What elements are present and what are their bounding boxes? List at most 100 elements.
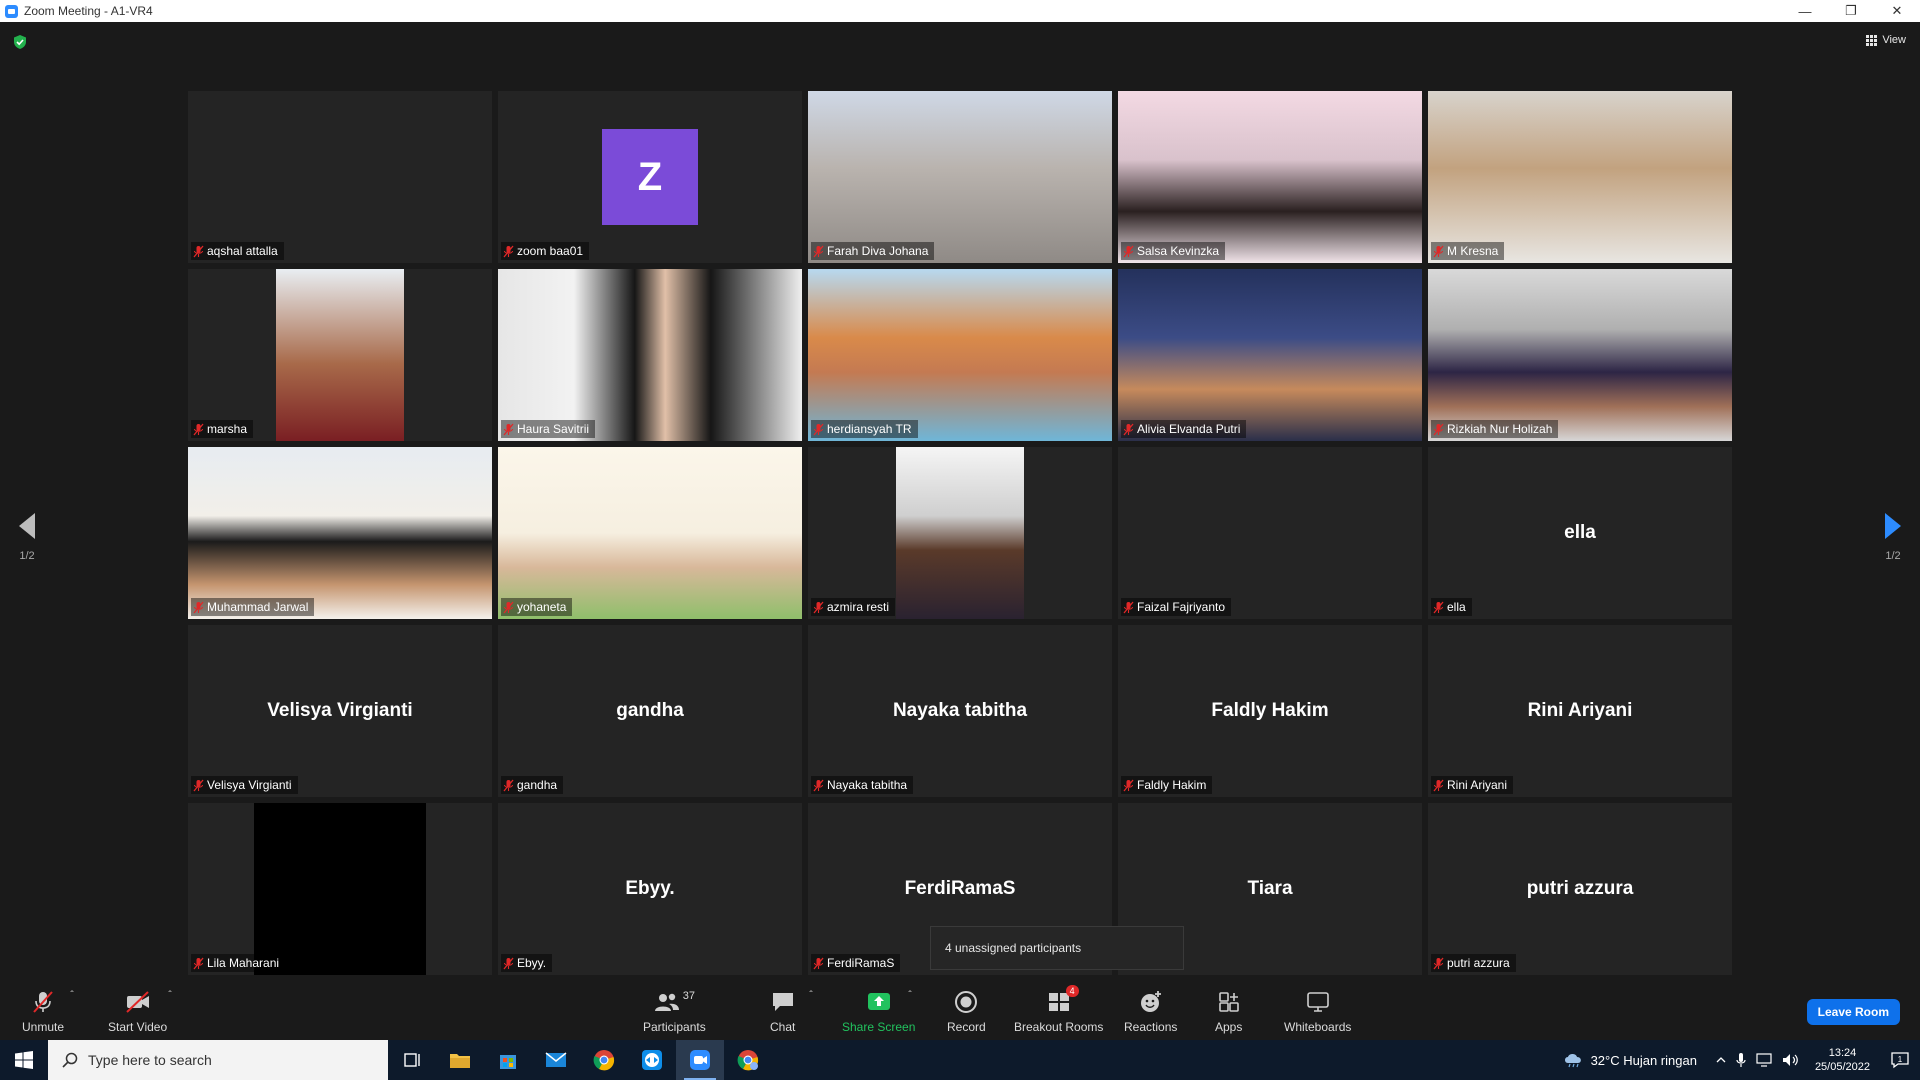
participant-tile[interactable]: Rizkiah Nur Holizah [1428,269,1732,441]
mic-muted-icon [1433,245,1444,257]
participant-tile[interactable]: ella ella [1428,447,1732,619]
participant-tile[interactable]: M Kresna [1428,91,1732,263]
taskbar-teamviewer[interactable] [628,1040,676,1080]
participant-tile[interactable]: aqshal attalla [188,91,492,263]
leave-room-button[interactable]: Leave Room [1806,999,1900,1025]
apps-button[interactable]: Apps [1215,990,1242,1034]
taskbar-mail[interactable] [532,1040,580,1080]
network-icon[interactable] [1756,1053,1772,1067]
tray-microphone-icon[interactable] [1736,1052,1746,1068]
page-indicator-right: 1/2 [1885,550,1901,562]
mic-muted-icon [1123,601,1134,613]
taskbar-chrome-profile[interactable] [724,1040,772,1080]
participant-name: Nayaka tabitha [827,778,908,792]
restore-button[interactable]: ❐ [1828,0,1874,22]
participant-tile[interactable]: herdiansyah TR [808,269,1112,441]
mic-muted-icon [193,423,204,435]
volume-icon[interactable] [1782,1053,1800,1067]
start-button[interactable] [0,1040,48,1080]
participant-tile[interactable]: Faizal Fajriyanto [1118,447,1422,619]
apps-icon [1218,992,1239,1012]
participant-tile[interactable]: marsha [188,269,492,441]
participants-icon [654,993,679,1011]
participant-tile[interactable]: yohaneta [498,447,802,619]
start-video-button[interactable]: Start Video [108,990,167,1034]
participant-name: Muhammad Jarwal [207,600,309,614]
windows-logo-icon [15,1051,33,1069]
encryption-shield-icon[interactable] [12,34,28,50]
whiteboards-button[interactable]: Whiteboards [1284,990,1351,1034]
mic-muted-icon [503,779,514,791]
reactions-button[interactable]: Reactions [1124,990,1177,1034]
participant-tile[interactable]: Faldly Hakim Faldly Hakim [1118,625,1422,797]
mic-muted-icon [1433,601,1444,613]
minimize-button[interactable]: — [1782,0,1828,22]
participant-tile[interactable]: Haura Savitrii [498,269,802,441]
breakout-rooms-button[interactable]: 4 Breakout Rooms [1014,985,1103,1034]
taskbar-store[interactable] [484,1040,532,1080]
zoom-icon [690,1050,710,1070]
participant-tile[interactable]: Ebyy. Ebyy. [498,803,802,975]
mic-muted-icon [1433,779,1444,791]
participant-name-label: aqshal attalla [191,242,284,260]
participant-tile[interactable]: Zzoom baa01 [498,91,802,263]
participant-video [254,803,426,975]
participant-video [808,269,1112,441]
participant-name-label: marsha [191,420,254,438]
share-screen-button[interactable]: Share Screen [842,990,915,1034]
mic-muted-icon [1433,423,1444,435]
mic-muted-icon [1123,423,1134,435]
chat-button[interactable]: Chat [770,990,795,1034]
participant-name: Farah Diva Johana [827,244,929,258]
record-button[interactable]: Record [947,990,986,1034]
close-button[interactable]: ✕ [1874,0,1920,22]
participant-tile[interactable]: Velisya Virgianti Velisya Virgianti [188,625,492,797]
participant-name: marsha [207,422,248,436]
taskbar-clock[interactable]: 13:24 25/05/2022 [1815,1046,1870,1074]
taskbar-chrome[interactable] [580,1040,628,1080]
participant-tile[interactable]: Muhammad Jarwal [188,447,492,619]
participant-tile[interactable]: azmira resti [808,447,1112,619]
participant-name: Faizal Fajriyanto [1137,600,1226,614]
participant-tile[interactable]: Rini Ariyani Rini Ariyani [1428,625,1732,797]
participant-video [1118,91,1422,263]
participant-name-label: Nayaka tabitha [811,776,914,794]
participant-name: Lila Maharani [207,956,280,970]
show-hidden-icons-chevron-icon[interactable] [1716,1056,1726,1064]
participant-tile[interactable]: Alivia Elvanda Putri [1118,269,1422,441]
participant-name-label: Farah Diva Johana [811,242,935,260]
chat-icon [772,993,793,1011]
next-page-button[interactable]: 1/2 [1884,512,1902,562]
weather-widget[interactable]: 32°C Hujan ringan [1563,1052,1697,1068]
taskbar-zoom[interactable] [676,1040,724,1080]
view-button[interactable]: View [1866,34,1906,46]
participants-button[interactable]: 37 Participants [643,990,706,1034]
notifications-button[interactable]: 1 [1880,1050,1920,1070]
participant-name: Ebyy. [517,956,547,970]
participant-name: zoom baa01 [517,244,584,258]
taskbar-search-box[interactable]: Type here to search [48,1040,388,1080]
task-view-button[interactable] [388,1040,436,1080]
chat-label: Chat [770,1020,796,1034]
mic-muted-icon [1123,779,1134,791]
participant-name: Rizkiah Nur Holizah [1447,422,1553,436]
mic-muted-icon [193,601,204,613]
taskbar-file-explorer[interactable] [436,1040,484,1080]
participant-name-label: gandha [501,776,564,794]
start-video-label: Start Video [108,1020,168,1034]
participant-name-label: Lila Maharani [191,954,286,972]
participant-name: Alivia Elvanda Putri [1137,422,1241,436]
participant-tile[interactable]: Salsa Kevinzka [1118,91,1422,263]
teamviewer-icon [642,1050,662,1070]
page-indicator-left: 1/2 [19,550,35,562]
participant-tile[interactable]: Lila Maharani [188,803,492,975]
participant-tile[interactable]: gandha gandha [498,625,802,797]
participant-tile[interactable]: Farah Diva Johana [808,91,1112,263]
participant-tile[interactable]: putri azzura putri azzura [1428,803,1732,975]
participant-display-name: Tiara [1247,878,1293,899]
unmute-button[interactable]: Unmute [22,990,64,1034]
view-label: View [1882,34,1906,46]
participant-tile[interactable]: Nayaka tabitha Nayaka tabitha [808,625,1112,797]
previous-page-button[interactable]: 1/2 [18,512,36,562]
unassigned-participants-popup[interactable]: 4 unassigned participants [930,926,1184,970]
